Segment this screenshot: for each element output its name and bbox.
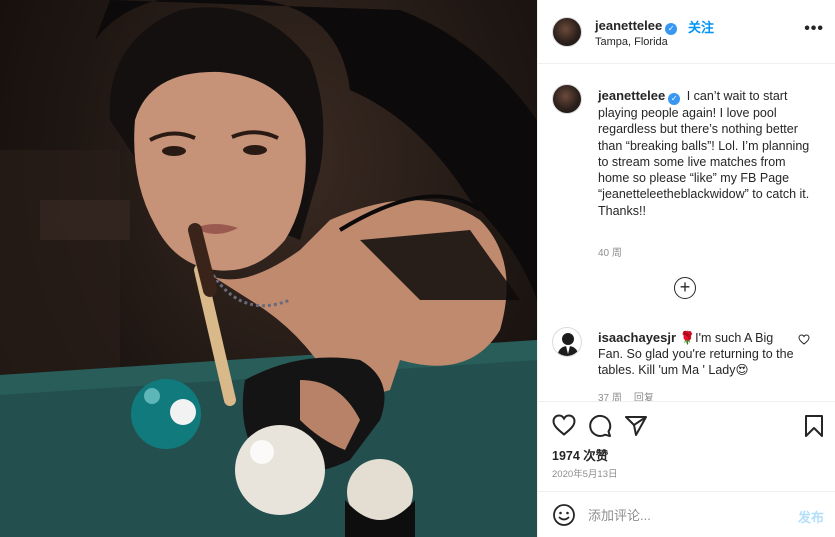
caption-age[interactable]: 40 周 (598, 244, 622, 259)
caption-avatar[interactable] (552, 84, 582, 114)
post-comment-button[interactable]: 发布 (798, 507, 824, 526)
avatar[interactable] (552, 17, 582, 47)
username-link[interactable]: jeanettelee ✓ (595, 18, 678, 35)
share-icon[interactable] (624, 414, 648, 438)
bookmark-icon[interactable] (804, 414, 824, 438)
verified-badge-icon: ✓ (665, 23, 678, 35)
follow-button[interactable]: 关注 (688, 17, 714, 36)
comment-avatar[interactable] (552, 327, 582, 357)
likes-count[interactable]: 1974 次赞 (552, 445, 608, 464)
caption-username[interactable]: jeanettelee ✓ (598, 88, 681, 105)
comment-username[interactable]: isaachayesjr (598, 330, 676, 345)
emoji-icon[interactable] (552, 503, 576, 527)
more-options-icon[interactable]: ••• (804, 20, 824, 38)
username-text: jeanettelee (595, 18, 663, 33)
comment-avatar-image (557, 333, 579, 356)
post-header: jeanettelee ✓ 关注 Tampa, Florida ••• (538, 0, 835, 64)
comment-item: isaachayesjr 🌹I'm such A Big Fan. So gla… (598, 330, 798, 378)
heart-icon[interactable] (552, 414, 576, 436)
comment-heart-icon[interactable] (798, 334, 810, 345)
pool-player-photo (0, 0, 537, 537)
caption-text: I can’t wait to start playing people aga… (598, 89, 810, 218)
caption-username-text: jeanettelee (598, 88, 666, 103)
add-circle-icon[interactable]: + (674, 277, 696, 299)
post-photo[interactable] (0, 0, 537, 537)
comment-input[interactable] (588, 504, 778, 526)
add-comment-bar: 发布 (538, 491, 835, 537)
post-date: 2020年5月13日 (552, 469, 618, 480)
post-caption: jeanettelee ✓ I can’t wait to start playi… (598, 88, 818, 219)
post-sidebar: jeanettelee ✓ 关注 Tampa, Florida ••• jeane… (537, 0, 835, 537)
comment-icon[interactable] (588, 414, 612, 438)
location-link[interactable]: Tampa, Florida (595, 36, 668, 48)
verified-badge-icon: ✓ (668, 93, 681, 105)
